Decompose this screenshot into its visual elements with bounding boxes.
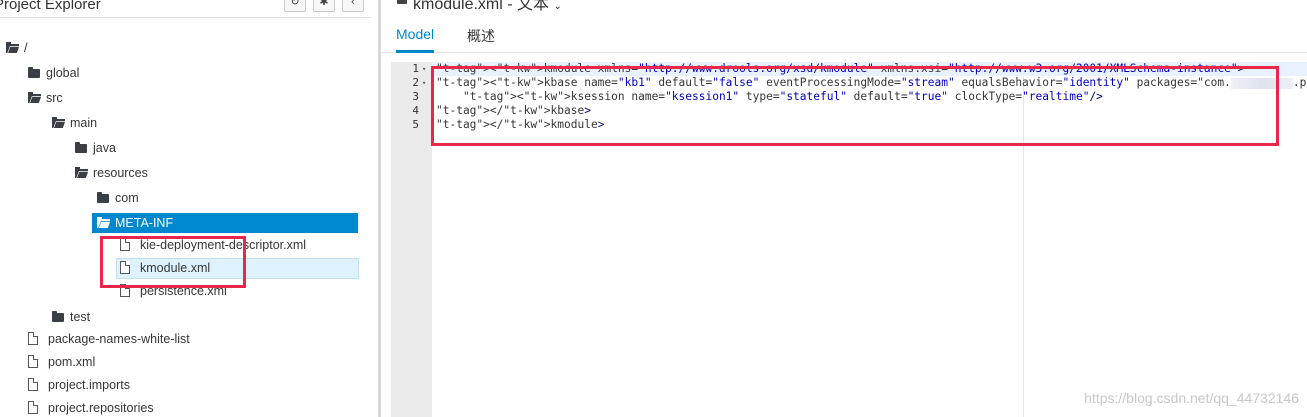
tree-item[interactable]: test: [52, 306, 340, 328]
folder-open-icon: [97, 217, 110, 228]
tree-item[interactable]: global: [28, 62, 340, 84]
tree-item[interactable]: java: [75, 137, 340, 159]
fold-toggle-icon[interactable]: ▾: [422, 76, 426, 90]
tree-item[interactable]: src: [28, 87, 340, 109]
lock-icon: [397, 0, 407, 4]
chevron-down-icon: ⌄: [553, 1, 562, 12]
tree-item-label: pom.xml: [48, 355, 96, 369]
editor-tabs: Model 概述: [381, 18, 1307, 53]
editor-title-text: kmodule.xml - 文本: [413, 0, 550, 13]
project-explorer-title: Project Explorer: [0, 0, 101, 13]
editor-title[interactable]: kmodule.xml - 文本 ⌄: [413, 0, 562, 14]
tree-item-label: test: [70, 310, 91, 324]
line-number: 1: [412, 62, 419, 75]
tree-item-label: project.repositories: [48, 401, 154, 415]
folder-icon: [52, 311, 64, 322]
project-explorer-header: Project Explorer ↻ ✱ ‹: [0, 0, 371, 18]
folder-icon: [97, 192, 109, 203]
tree-item[interactable]: /: [6, 37, 340, 59]
tree-item-label: src: [46, 91, 63, 105]
gear-icon: ✱: [319, 0, 329, 8]
folder-open-icon: [28, 92, 41, 103]
tree-item-label: main: [70, 116, 98, 130]
tree-item[interactable]: META-INF: [97, 212, 340, 234]
tree-item-label: project.imports: [48, 378, 130, 392]
tree-item-label: com: [115, 191, 139, 205]
folder-icon: [75, 142, 87, 153]
tree-item-label: package-names-white-list: [48, 332, 190, 346]
file-icon: [28, 355, 38, 368]
chevron-left-icon: ‹: [351, 0, 355, 8]
line-number: 5: [412, 118, 419, 131]
annotation-box-code: [431, 66, 1279, 146]
tree-item-label: resources: [93, 166, 148, 180]
refresh-button[interactable]: ↻: [284, 0, 306, 12]
folder-open-icon: [75, 167, 88, 178]
tab-model[interactable]: Model: [396, 26, 435, 53]
tree-item[interactable]: pom.xml: [28, 351, 340, 373]
annotation-box-file: [100, 236, 246, 288]
folder-open-icon: [52, 117, 65, 128]
fold-toggle-icon[interactable]: ▾: [422, 62, 426, 76]
editor-panel: kmodule.xml - 文本 ⌄ Model 概述 1 ▾ "t-tag"><"…: [381, 0, 1307, 417]
collapse-button[interactable]: ‹: [342, 0, 364, 12]
tree-item-label: global: [46, 66, 80, 80]
watermark: https://blog.csdn.net/qq_44732146: [1084, 390, 1299, 406]
folder-icon: [28, 67, 40, 78]
project-explorer-panel: Project Explorer ↻ ✱ ‹ / global src main jav…: [0, 0, 371, 417]
line-number: 4: [412, 104, 419, 117]
file-icon: [28, 401, 38, 414]
file-icon: [28, 332, 38, 345]
folder-open-icon: [6, 42, 19, 53]
settings-button[interactable]: ✱: [313, 0, 335, 12]
tree-item[interactable]: project.imports: [28, 374, 340, 396]
file-icon: [28, 378, 38, 391]
tab-overview[interactable]: 概述: [467, 26, 495, 53]
line-number: 3: [412, 90, 419, 103]
tree-item[interactable]: main: [52, 112, 340, 134]
tree-item[interactable]: com: [97, 187, 340, 209]
tree-item[interactable]: resources: [75, 162, 340, 184]
refresh-icon: ↻: [290, 0, 300, 8]
line-number: 2: [412, 76, 419, 89]
tree-item-label: java: [93, 141, 116, 155]
tree-item[interactable]: project.repositories: [28, 397, 340, 417]
tree-item[interactable]: package-names-white-list: [28, 328, 340, 350]
tree-item-label: /: [24, 41, 28, 55]
tree-item-label: META-INF: [115, 216, 174, 230]
